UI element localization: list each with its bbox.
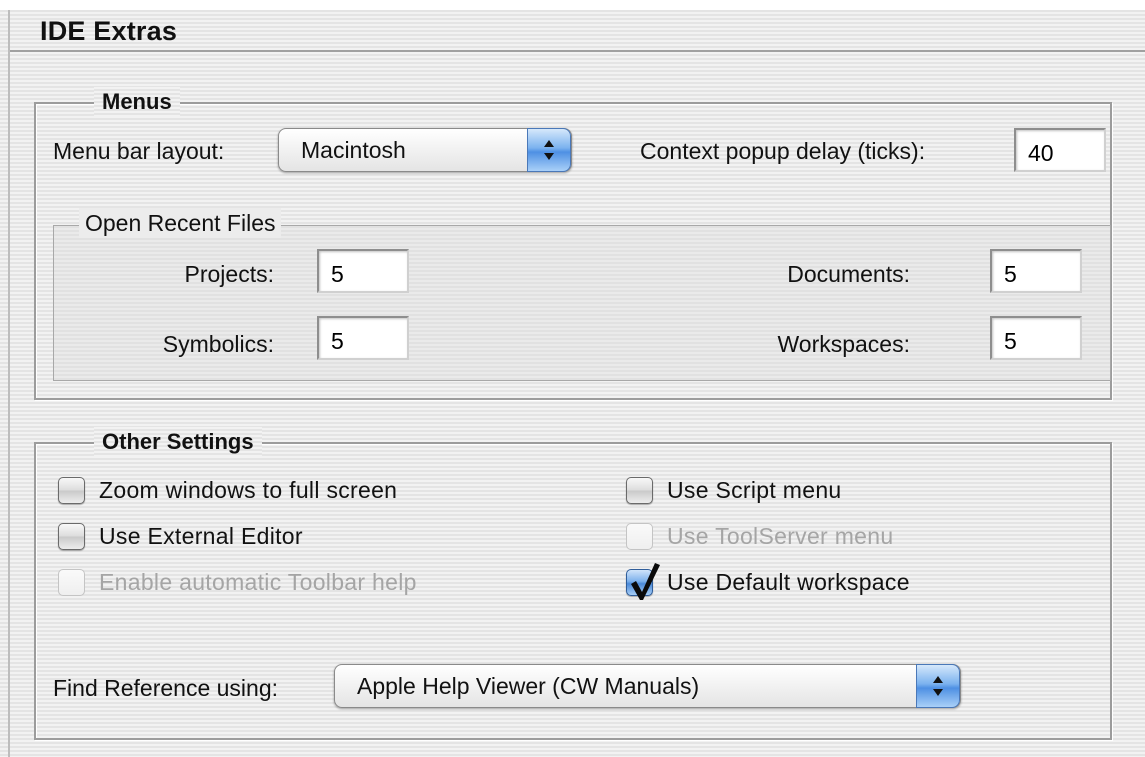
- open-recent-files-group: Open Recent Files Projects: Documents: S…: [53, 208, 1111, 381]
- panel-title: IDE Extras: [40, 16, 178, 46]
- menus-group: Menus Menu bar layout: Macintosh Context…: [34, 87, 1112, 400]
- find-reference-value: Apple Help Viewer (CW Manuals): [357, 673, 700, 699]
- other-settings-group: Other Settings Zoom windows to full scre…: [34, 427, 1112, 740]
- menu-bar-layout-label: Menu bar layout:: [53, 138, 225, 164]
- external-editor-checkbox-row[interactable]: Use External Editor: [58, 519, 303, 553]
- toolbar-help-checkbox: [58, 568, 85, 596]
- projects-field[interactable]: [317, 249, 409, 293]
- find-reference-label: Find Reference using:: [53, 675, 279, 701]
- zoom-windows-checkbox[interactable]: [58, 476, 85, 504]
- symbolics-label: Symbolics:: [162, 331, 274, 357]
- external-editor-checkbox[interactable]: [58, 522, 85, 550]
- default-workspace-checkbox-row[interactable]: Use Default workspace: [626, 562, 910, 600]
- toolserver-menu-checkbox-row: Use ToolServer menu: [626, 519, 893, 553]
- projects-label: Projects:: [184, 261, 274, 287]
- workspaces-label: Workspaces:: [777, 331, 910, 357]
- updown-arrows-icon: [916, 664, 960, 708]
- documents-label: Documents:: [787, 261, 910, 287]
- menu-bar-layout-popup[interactable]: Macintosh: [278, 128, 572, 172]
- script-menu-label: Use Script menu: [667, 476, 842, 503]
- toolserver-menu-checkbox: [626, 522, 653, 550]
- menus-group-title: Menus: [94, 87, 180, 117]
- toolserver-menu-label: Use ToolServer menu: [667, 522, 894, 549]
- documents-field[interactable]: [990, 249, 1082, 293]
- window-left-edge: [8, 10, 10, 757]
- checkmark-icon: [631, 562, 660, 600]
- symbolics-field[interactable]: [317, 316, 409, 360]
- context-popup-delay-field[interactable]: [1014, 128, 1106, 172]
- default-workspace-label: Use Default workspace: [667, 568, 910, 595]
- script-menu-checkbox-row[interactable]: Use Script menu: [626, 473, 842, 507]
- open-recent-files-title: Open Recent Files: [79, 208, 282, 238]
- find-reference-popup[interactable]: Apple Help Viewer (CW Manuals): [334, 664, 961, 708]
- title-divider: [10, 50, 1145, 52]
- menu-bar-layout-value: Macintosh: [301, 137, 406, 163]
- toolbar-help-label: Enable automatic Toolbar help: [99, 568, 417, 595]
- zoom-windows-label: Zoom windows to full screen: [99, 476, 398, 503]
- context-popup-delay-label: Context popup delay (ticks):: [640, 138, 926, 164]
- toolbar-help-checkbox-row: Enable automatic Toolbar help: [58, 565, 417, 599]
- window-top-edge: [0, 0, 1145, 10]
- default-workspace-checkbox[interactable]: [626, 562, 660, 600]
- updown-arrows-icon: [527, 128, 571, 172]
- zoom-windows-checkbox-row[interactable]: Zoom windows to full screen: [58, 473, 397, 507]
- workspaces-field[interactable]: [990, 316, 1082, 360]
- external-editor-label: Use External Editor: [99, 522, 303, 549]
- script-menu-checkbox[interactable]: [626, 476, 653, 504]
- other-settings-group-title: Other Settings: [94, 427, 262, 457]
